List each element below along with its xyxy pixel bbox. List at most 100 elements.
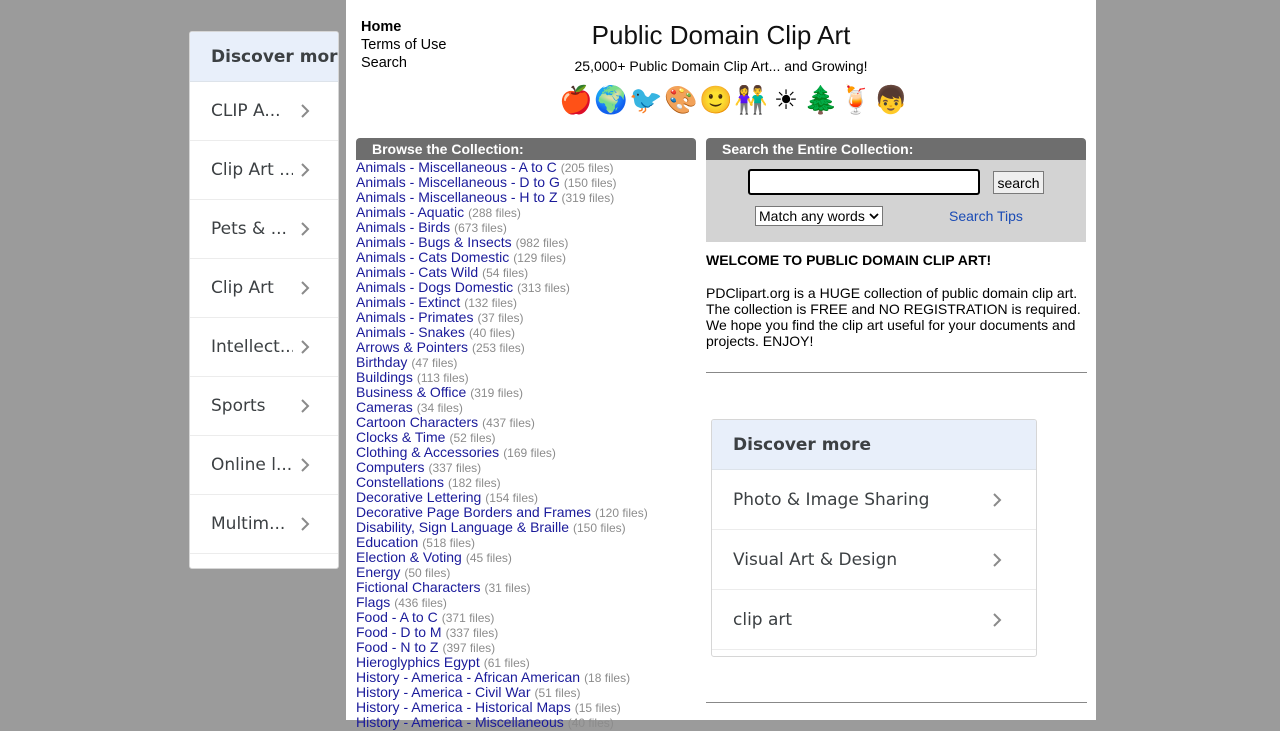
category-row: Animals - Miscellaneous - H to Z (319 fil… [356, 189, 696, 206]
category-link[interactable]: Birthday [356, 354, 407, 370]
category-row: Arrows & Pointers (253 files) [356, 339, 696, 356]
side-discover-item-label: Intellect... [211, 337, 293, 357]
category-link[interactable]: Cameras [356, 399, 413, 415]
category-link[interactable]: Energy [356, 564, 400, 580]
side-discover-item-label: Clip Art ... [211, 160, 293, 180]
category-link[interactable]: Animals - Extinct [356, 294, 460, 310]
category-count: (337 files) [428, 461, 482, 475]
category-link[interactable]: Hieroglyphics Egypt [356, 654, 480, 670]
match-mode-select[interactable]: Match any words [755, 206, 883, 226]
category-link[interactable]: Animals - Miscellaneous - A to C [356, 159, 557, 175]
category-count: (182 files) [447, 476, 501, 490]
category-row: Birthday (47 files) [356, 354, 696, 371]
category-row: Animals - Cats Domestic (129 files) [356, 249, 696, 266]
main-discover-item[interactable]: Photo & Image Sharing [712, 470, 1036, 530]
main-discover-item[interactable]: Visual Art & Design [712, 530, 1036, 590]
category-link[interactable]: Arrows & Pointers [356, 339, 468, 355]
category-count: (673 files) [454, 221, 507, 235]
search-input[interactable] [748, 169, 980, 195]
category-row: Energy (50 files) [356, 564, 696, 581]
category-link[interactable]: Constellations [356, 474, 444, 490]
category-link[interactable]: Animals - Miscellaneous - H to Z [356, 189, 558, 205]
side-discover-item[interactable]: Pets & ... [190, 200, 338, 259]
category-link[interactable]: Flags [356, 594, 390, 610]
category-link[interactable]: Animals - Primates [356, 309, 473, 325]
main-discover-item-label: clip art [733, 609, 793, 630]
globe-icon[interactable]: 🌍 [594, 80, 628, 120]
bird-icon[interactable]: 🐦 [629, 80, 663, 120]
category-link[interactable]: Animals - Dogs Domestic [356, 279, 513, 295]
category-link[interactable]: Fictional Characters [356, 579, 481, 595]
category-link[interactable]: Food - A to C [356, 609, 438, 625]
category-list: Animals - Miscellaneous - A to C (205 fil… [356, 159, 696, 731]
category-row: Constellations (182 files) [356, 474, 696, 491]
search-button[interactable]: search [993, 171, 1044, 194]
category-count: (150 files) [563, 176, 617, 190]
smiley-icon[interactable]: 🙂 [699, 80, 733, 120]
category-link[interactable]: Animals - Bugs & Insects [356, 234, 512, 250]
couple-icon[interactable]: 👫 [734, 80, 768, 120]
main-discover-item[interactable]: clip art [712, 590, 1036, 650]
category-row: Computers (337 files) [356, 459, 696, 476]
category-row: Animals - Bugs & Insects (982 files) [356, 234, 696, 251]
category-link[interactable]: Clocks & Time [356, 429, 445, 445]
category-link[interactable]: Education [356, 534, 418, 550]
side-discover-item[interactable]: Clip Art [190, 259, 338, 318]
side-discover-item-label: Online l... [211, 455, 293, 475]
category-count: (40 files) [567, 716, 614, 730]
side-discover-item-label: Sports [211, 396, 266, 416]
category-link[interactable]: Animals - Cats Domestic [356, 249, 509, 265]
welcome-text: PDClipart.org is a HUGE collection of pu… [706, 285, 1081, 349]
category-link[interactable]: Computers [356, 459, 424, 475]
category-link[interactable]: Animals - Cats Wild [356, 264, 478, 280]
category-link[interactable]: History - America - Historical Maps [356, 699, 571, 715]
welcome-title: WELCOME TO PUBLIC DOMAIN CLIP ART! [706, 252, 992, 268]
category-link[interactable]: Election & Voting [356, 549, 462, 565]
site-title: Public Domain Clip Art [591, 20, 851, 50]
category-count: (45 files) [465, 551, 512, 565]
category-count: (169 files) [503, 446, 556, 460]
category-link[interactable]: Buildings [356, 369, 413, 385]
category-count: (397 files) [442, 641, 496, 655]
category-link[interactable]: Decorative Page Borders and Frames [356, 504, 591, 520]
category-count: (150 files) [572, 521, 626, 535]
category-link[interactable]: Disability, Sign Language & Braille [356, 519, 569, 535]
category-link[interactable]: Animals - Miscellaneous - D to G [356, 174, 560, 190]
tree-icon[interactable]: 🌲 [804, 80, 838, 120]
category-count: (113 files) [416, 371, 469, 385]
palette-icon[interactable]: 🎨 [664, 80, 698, 120]
side-discover-item[interactable]: Multim... [190, 495, 338, 554]
blender-icon[interactable]: 🍹 [839, 80, 873, 120]
sun-icon[interactable]: ☀ [769, 80, 803, 120]
search-tips-link[interactable]: Search Tips [949, 208, 1023, 224]
category-link[interactable]: History - America - African American [356, 669, 580, 685]
category-row: Decorative Lettering (154 files) [356, 489, 696, 506]
category-link[interactable]: History - America - Miscellaneous [356, 714, 564, 730]
category-link[interactable]: Clothing & Accessories [356, 444, 499, 460]
category-row: Food - D to M (337 files) [356, 624, 696, 641]
category-link[interactable]: Decorative Lettering [356, 489, 481, 505]
side-discover-item[interactable]: Online l... [190, 436, 338, 495]
main-discover-item-label: Photo & Image Sharing [733, 489, 930, 510]
side-discover-item[interactable]: Sports [190, 377, 338, 436]
category-row: Animals - Miscellaneous - D to G (150 fil… [356, 174, 696, 191]
category-row: Animals - Aquatic (288 files) [356, 204, 696, 221]
side-discover-item[interactable]: Intellect... [190, 318, 338, 377]
main-discover-title: Discover more [712, 420, 1036, 470]
category-link[interactable]: Business & Office [356, 384, 466, 400]
category-link[interactable]: Animals - Snakes [356, 324, 465, 340]
category-count: (253 files) [472, 341, 525, 355]
apple-icon[interactable]: 🍎 [559, 80, 593, 120]
category-link[interactable]: Food - D to M [356, 624, 442, 640]
category-count: (437 files) [482, 416, 535, 430]
category-link[interactable]: Cartoon Characters [356, 414, 478, 430]
category-link[interactable]: History - America - Civil War [356, 684, 531, 700]
side-discover-item[interactable]: Clip Art ... [190, 141, 338, 200]
side-discover-item[interactable]: CLIP A... [190, 82, 338, 141]
category-link[interactable]: Animals - Birds [356, 219, 450, 235]
child-icon[interactable]: 👦 [874, 80, 908, 120]
chevron-right-icon [301, 340, 310, 354]
category-link[interactable]: Food - N to Z [356, 639, 438, 655]
category-row: Hieroglyphics Egypt (61 files) [356, 654, 696, 671]
category-link[interactable]: Animals - Aquatic [356, 204, 464, 220]
